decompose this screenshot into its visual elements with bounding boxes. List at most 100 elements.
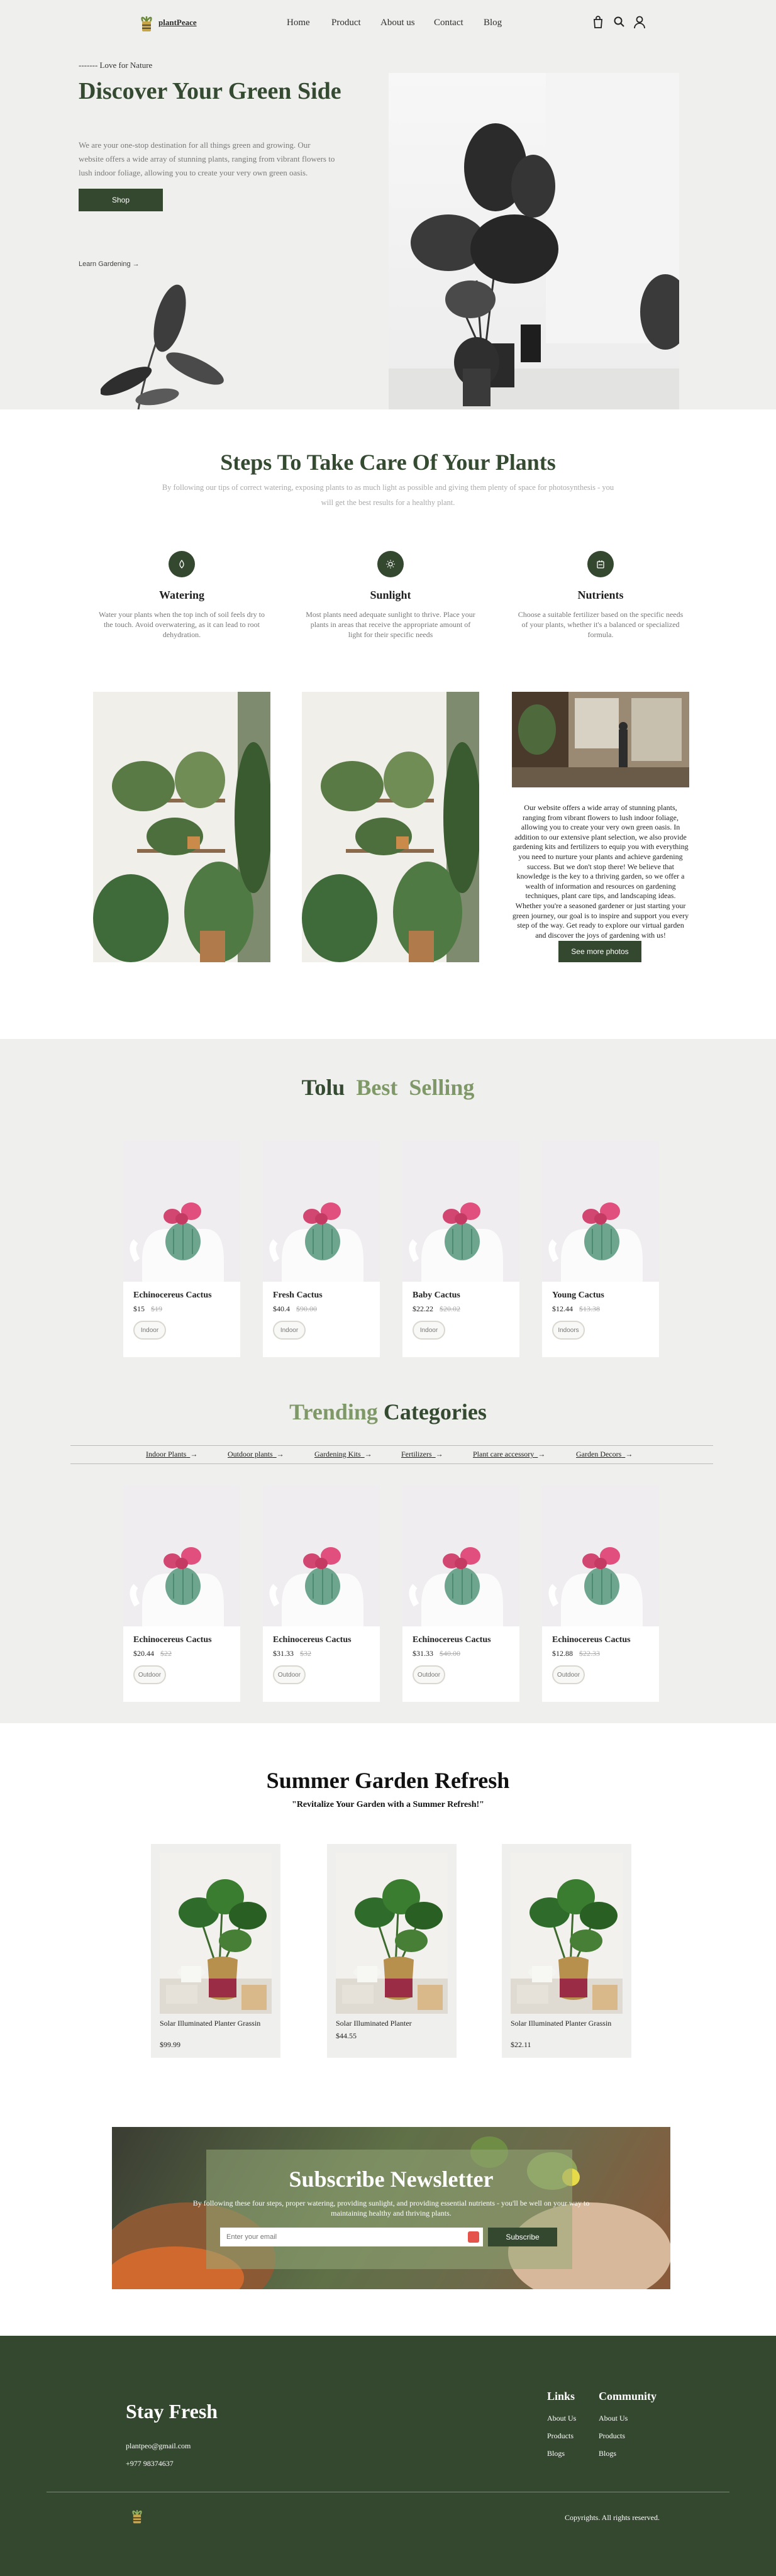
product-name: Echinocereus Cactus bbox=[273, 1635, 352, 1645]
product-image[interactable] bbox=[336, 1853, 448, 2014]
hero-tagline: ------- Love for Nature bbox=[79, 60, 153, 70]
product-image[interactable] bbox=[542, 1141, 659, 1282]
arrow-right-icon: → bbox=[276, 1450, 284, 1458]
footer-link-blogs[interactable]: Blogs bbox=[547, 2449, 565, 2458]
learn-gardening-link[interactable]: Learn Gardening → bbox=[79, 260, 140, 268]
product-image[interactable] bbox=[123, 1141, 240, 1282]
current-price: $15 bbox=[133, 1304, 145, 1313]
footer-link-about[interactable]: About Us bbox=[547, 2414, 576, 2423]
category-tag[interactable]: Outdoor bbox=[552, 1665, 585, 1684]
product-price: $31.33 $40.00 bbox=[413, 1649, 460, 1658]
nav-blog[interactable]: Blog bbox=[484, 18, 502, 28]
arrow-right-icon: → bbox=[364, 1450, 372, 1458]
footer bbox=[0, 2336, 776, 2576]
category-link[interactable]: Outdoor plants → bbox=[228, 1450, 284, 1459]
current-price: $12.44 bbox=[552, 1304, 573, 1313]
hero-description: We are your one-stop destination for all… bbox=[79, 140, 335, 178]
step-title: Watering bbox=[159, 589, 204, 601]
old-price: $13.38 bbox=[579, 1304, 600, 1313]
product-card[interactable]: Echinocereus Cactus $20.44 $22 Outdoor bbox=[123, 1485, 240, 1702]
category-link[interactable]: Plant care accessory → bbox=[473, 1450, 545, 1459]
footer-links-heading: Links bbox=[547, 2390, 575, 2402]
product-image[interactable] bbox=[542, 1485, 659, 1626]
category-tag[interactable]: Outdoor bbox=[413, 1665, 445, 1684]
product-image[interactable] bbox=[263, 1141, 380, 1282]
hero-plant-photo bbox=[389, 73, 690, 409]
arrow-right-icon: → bbox=[132, 260, 140, 268]
old-price: $32 bbox=[300, 1649, 311, 1658]
category-label: Garden Decors bbox=[576, 1450, 622, 1458]
email-input[interactable] bbox=[220, 2228, 483, 2246]
old-price: $22.33 bbox=[579, 1649, 600, 1658]
category-label: Plant care accessory bbox=[473, 1450, 535, 1458]
product-name: Echinocereus Cactus bbox=[133, 1635, 212, 1645]
nav-product[interactable]: Product bbox=[331, 18, 361, 28]
product-card[interactable]: Baby Cactus $22.22 $20.02 Indoor bbox=[402, 1141, 519, 1357]
summer-product-card[interactable]: Solar Illuminated Planter Grassin $22.11 bbox=[502, 1844, 631, 2058]
footer-community-blogs[interactable]: Blogs bbox=[599, 2449, 616, 2458]
summer-subtitle: "Revitalize Your Garden with a Summer Re… bbox=[292, 1800, 484, 1809]
category-tag[interactable]: Indoor bbox=[133, 1321, 166, 1340]
product-image[interactable] bbox=[402, 1141, 519, 1282]
see-more-photos-button[interactable]: See more photos bbox=[558, 941, 641, 962]
product-name: Young Cactus bbox=[552, 1291, 604, 1300]
product-name: Solar Illuminated Planter bbox=[336, 2019, 412, 2028]
category-tag[interactable]: Indoor bbox=[273, 1321, 306, 1340]
subscribe-button[interactable]: Subscribe bbox=[488, 2228, 557, 2246]
category-tag[interactable]: Indoor bbox=[413, 1321, 445, 1340]
product-card[interactable]: Echinocereus Cactus $12.88 $22.33 Outdoor bbox=[542, 1485, 659, 1702]
email-autofill-icon[interactable] bbox=[468, 2231, 479, 2243]
current-price: $31.33 bbox=[413, 1649, 433, 1658]
product-price: $15 $19 bbox=[133, 1304, 162, 1314]
product-name: Baby Cactus bbox=[413, 1291, 460, 1300]
footer-email[interactable]: plantpeo@gmail.com bbox=[126, 2441, 191, 2451]
category-link[interactable]: Garden Decors → bbox=[576, 1450, 633, 1459]
logo[interactable]: plantPeace bbox=[140, 13, 197, 33]
newsletter-title: Subscribe Newsletter bbox=[289, 2167, 494, 2192]
product-card[interactable]: Echinocereus Cactus $31.33 $32 Outdoor bbox=[263, 1485, 380, 1702]
category-link[interactable]: Gardening Kits → bbox=[314, 1450, 372, 1459]
product-card[interactable]: Echinocereus Cactus $15 $19 Indoor bbox=[123, 1141, 240, 1357]
category-tag[interactable]: Outdoor bbox=[273, 1665, 306, 1684]
footer-logo-icon[interactable] bbox=[131, 2507, 143, 2528]
category-tag[interactable]: Indoors bbox=[552, 1321, 585, 1340]
cart-icon[interactable] bbox=[591, 15, 606, 30]
user-icon[interactable] bbox=[633, 15, 648, 30]
arrow-right-icon: → bbox=[190, 1450, 198, 1458]
hero-leaf-decoration bbox=[101, 284, 224, 409]
product-card[interactable]: Fresh Cactus $40.4 $90.00 Indoor bbox=[263, 1141, 380, 1357]
summer-title: Summer Garden Refresh bbox=[266, 1768, 510, 1793]
footer-community-products[interactable]: Products bbox=[599, 2431, 625, 2441]
nav-about[interactable]: About us bbox=[380, 18, 415, 28]
shelf-plants-photo bbox=[93, 692, 270, 962]
summer-product-card[interactable]: Solar Illuminated Planter Grassin $99.99 bbox=[151, 1844, 280, 2058]
footer-link-products[interactable]: Products bbox=[547, 2431, 574, 2441]
product-image[interactable] bbox=[160, 1853, 272, 2014]
category-tag[interactable]: Outdoor bbox=[133, 1665, 166, 1684]
product-image[interactable] bbox=[123, 1485, 240, 1626]
product-image[interactable] bbox=[511, 1853, 623, 2014]
category-label: Outdoor plants bbox=[228, 1450, 273, 1458]
nav-home[interactable]: Home bbox=[287, 18, 310, 28]
category-label: Indoor Plants bbox=[146, 1450, 187, 1458]
shop-button[interactable]: Shop bbox=[79, 189, 163, 211]
product-price: $44.55 bbox=[336, 2031, 357, 2040]
product-card[interactable]: Echinocereus Cactus $31.33 $40.00 Outdoor bbox=[402, 1485, 519, 1702]
product-image[interactable] bbox=[402, 1485, 519, 1626]
product-image[interactable] bbox=[263, 1485, 380, 1626]
best-selling-section bbox=[0, 1039, 776, 1723]
category-link[interactable]: Indoor Plants → bbox=[146, 1450, 197, 1459]
category-link[interactable]: Fertilizers → bbox=[401, 1450, 443, 1459]
copyright: Copyrights. All rights reserved. bbox=[565, 2513, 660, 2522]
product-card[interactable]: Young Cactus $12.44 $13.38 Indoors bbox=[542, 1141, 659, 1357]
nav-contact[interactable]: Contact bbox=[434, 18, 463, 28]
nutrient-icon bbox=[587, 551, 614, 577]
title-part: Selling bbox=[409, 1075, 475, 1100]
step-nutrients: Nutrients Choose a suitable fertilizer b… bbox=[516, 551, 685, 640]
product-price: $22.22 $20.02 bbox=[413, 1304, 460, 1314]
summer-product-card[interactable]: Solar Illuminated Planter $44.55 bbox=[327, 1844, 457, 2058]
product-price: $31.33 $32 bbox=[273, 1649, 311, 1658]
footer-community-about[interactable]: About Us bbox=[599, 2414, 628, 2423]
search-icon[interactable] bbox=[612, 15, 628, 30]
title-part: Categories bbox=[383, 1399, 487, 1424]
